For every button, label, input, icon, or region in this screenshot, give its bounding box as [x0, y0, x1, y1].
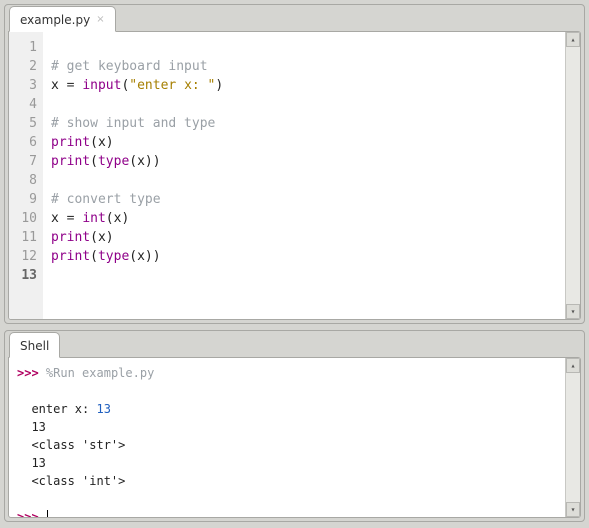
shell-pane: Shell >>> %Run example.py enter x: 13 13… [4, 330, 585, 522]
scroll-down-icon[interactable]: ▾ [566, 502, 580, 517]
line-number: 13 [13, 266, 37, 285]
code-area[interactable]: # get keyboard inputx = input("enter x: … [43, 32, 565, 319]
scroll-up-icon[interactable]: ▴ [566, 358, 580, 373]
tab-label: example.py [20, 13, 90, 27]
code-line [51, 95, 559, 114]
line-number: 7 [13, 152, 37, 171]
shell-line: >>> [17, 508, 557, 517]
shell-scrollbar[interactable]: ▴ ▾ [565, 358, 580, 517]
scroll-up-icon[interactable]: ▴ [566, 32, 580, 47]
shell-line [17, 490, 557, 508]
code-line: # get keyboard input [51, 57, 559, 76]
shell-prompt: >>> [17, 366, 39, 380]
editor-tabs: example.py × [5, 6, 584, 32]
line-number: 10 [13, 209, 37, 228]
shell-prompt: >>> [17, 510, 39, 517]
editor-scrollbar[interactable]: ▴ ▾ [565, 32, 580, 319]
line-number: 6 [13, 133, 37, 152]
shell-line [17, 382, 557, 400]
code-line: print(type(x)) [51, 152, 559, 171]
line-number: 9 [13, 190, 37, 209]
code-line [51, 266, 559, 285]
shell-tabs: Shell [5, 332, 584, 358]
shell-line: <class 'str'> [17, 436, 557, 454]
code-line: print(x) [51, 228, 559, 247]
code-line: # convert type [51, 190, 559, 209]
code-line: # show input and type [51, 114, 559, 133]
close-icon[interactable]: × [96, 15, 104, 25]
tab-shell[interactable]: Shell [9, 332, 60, 358]
shell-line: >>> %Run example.py [17, 364, 557, 382]
line-number: 12 [13, 247, 37, 266]
code-line [51, 38, 559, 57]
shell-line: enter x: 13 [17, 400, 557, 418]
line-number: 11 [13, 228, 37, 247]
shell-line: <class 'int'> [17, 472, 557, 490]
shell-run-cmd: %Run example.py [46, 366, 154, 380]
line-number-gutter: 12345678910111213 [9, 32, 43, 319]
tab-label: Shell [20, 339, 49, 353]
code-line: print(type(x)) [51, 247, 559, 266]
code-line: x = int(x) [51, 209, 559, 228]
shell-line: 13 [17, 418, 557, 436]
shell-area[interactable]: >>> %Run example.py enter x: 13 13 <clas… [9, 358, 565, 517]
code-line [51, 171, 559, 190]
scroll-down-icon[interactable]: ▾ [566, 304, 580, 319]
line-number: 5 [13, 114, 37, 133]
editor-pane: example.py × 12345678910111213 # get key… [4, 4, 585, 324]
line-number: 8 [13, 171, 37, 190]
code-line: print(x) [51, 133, 559, 152]
code-line: x = input("enter x: ") [51, 76, 559, 95]
tab-example-py[interactable]: example.py × [9, 6, 116, 32]
editor-content: 12345678910111213 # get keyboard inputx … [8, 31, 581, 320]
line-number: 3 [13, 76, 37, 95]
line-number: 4 [13, 95, 37, 114]
shell-content-wrap: >>> %Run example.py enter x: 13 13 <clas… [8, 357, 581, 518]
line-number: 2 [13, 57, 37, 76]
cursor [47, 510, 48, 517]
shell-line: 13 [17, 454, 557, 472]
line-number: 1 [13, 38, 37, 57]
